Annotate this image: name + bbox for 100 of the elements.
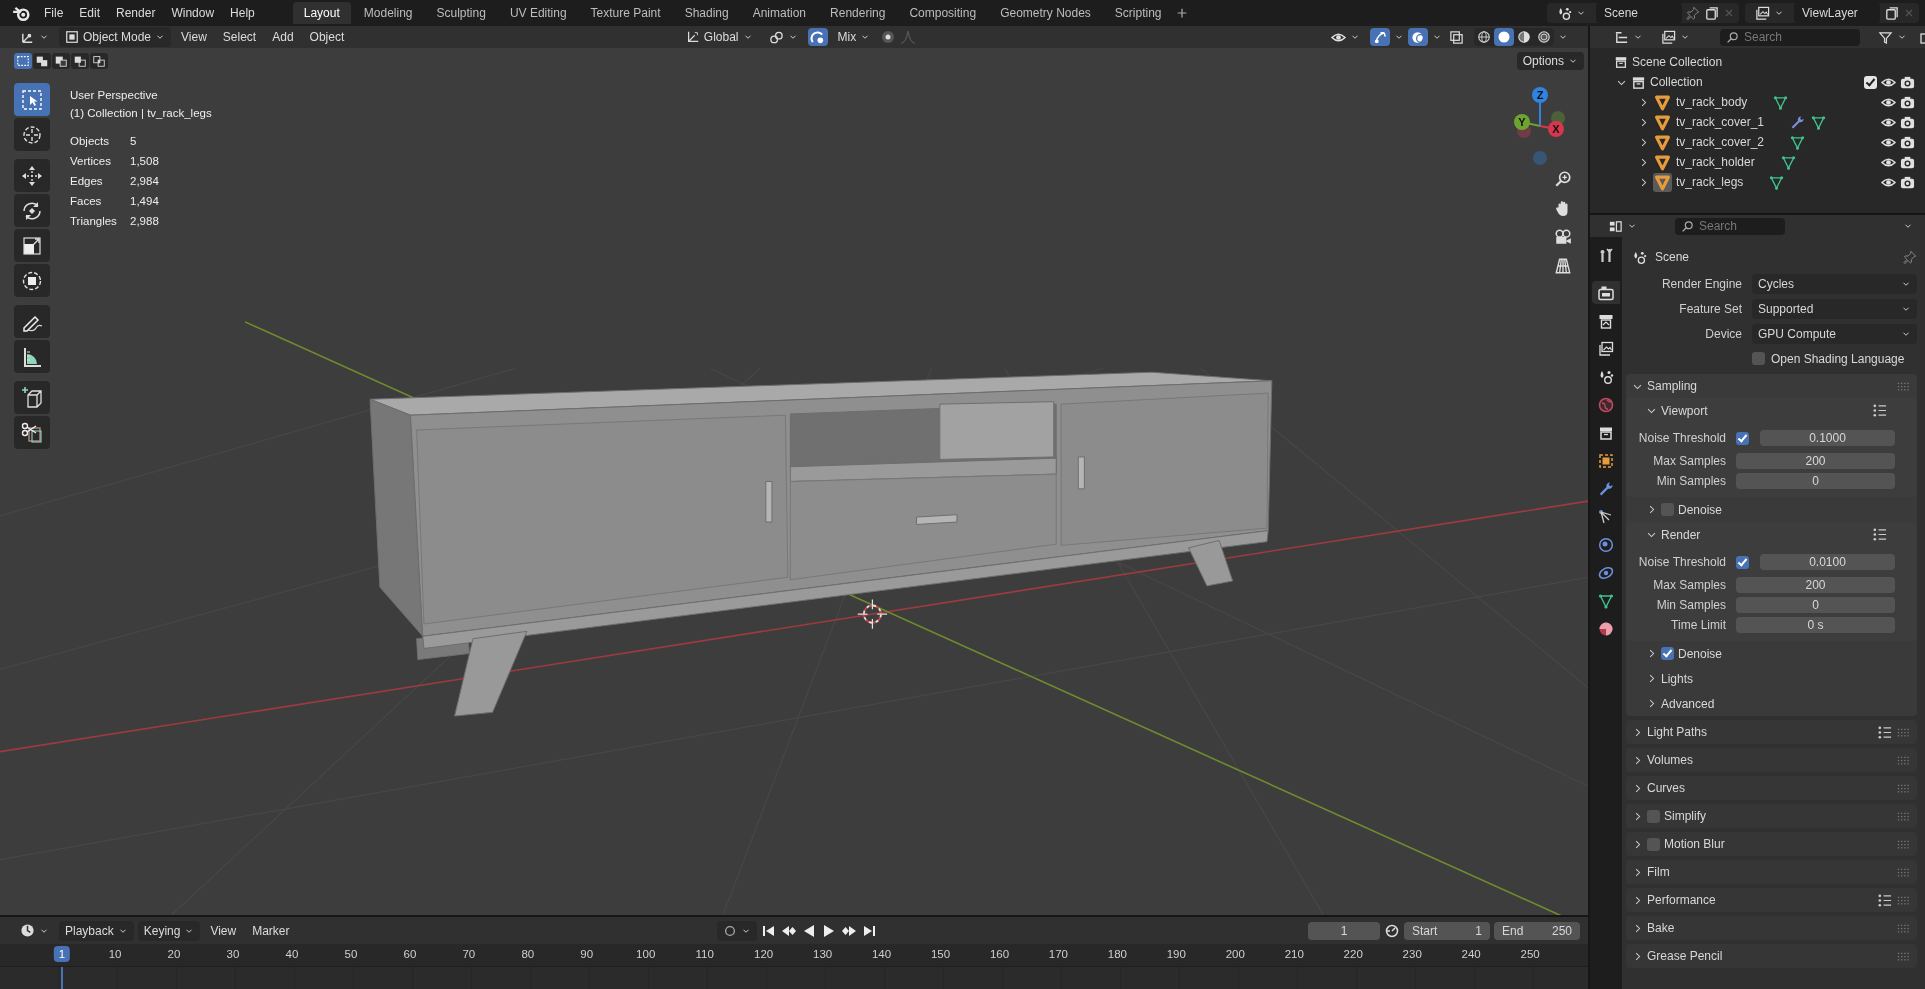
number-field[interactable]: 200 bbox=[1736, 453, 1895, 469]
menu-item[interactable]: Help bbox=[222, 3, 263, 23]
orientation-dropdown[interactable]: Global bbox=[679, 27, 759, 47]
copy-icon[interactable] bbox=[1884, 5, 1899, 21]
selection-mode-button[interactable] bbox=[90, 53, 108, 69]
presets-icon[interactable] bbox=[1872, 403, 1887, 418]
menu-dropdown[interactable]: Keying bbox=[137, 920, 201, 941]
camera-icon[interactable] bbox=[1900, 174, 1915, 190]
axis-handle[interactable] bbox=[1533, 151, 1547, 165]
camera-icon[interactable] bbox=[1900, 134, 1915, 150]
wrench-icon[interactable] bbox=[1790, 114, 1806, 130]
app-logo-icon[interactable] bbox=[12, 4, 30, 22]
end-frame-field[interactable]: End 250 bbox=[1494, 921, 1580, 940]
menu-item[interactable]: Add bbox=[266, 27, 300, 47]
checkbox[interactable] bbox=[1661, 647, 1674, 660]
camera-icon[interactable] bbox=[1554, 228, 1572, 246]
presets-icon[interactable] bbox=[1872, 527, 1887, 542]
tool-button[interactable] bbox=[14, 305, 50, 338]
menu-item[interactable]: Object bbox=[303, 27, 351, 47]
workspace-tab[interactable]: Texture Paint bbox=[579, 2, 672, 24]
mode-dropdown[interactable]: Object Mode bbox=[59, 27, 172, 47]
checkbox[interactable] bbox=[1752, 352, 1765, 365]
checkbox[interactable] bbox=[1647, 837, 1660, 851]
checkbox[interactable] bbox=[1647, 809, 1660, 823]
mesh-icon[interactable] bbox=[1780, 154, 1796, 170]
dropdown[interactable]: GPU Compute bbox=[1752, 323, 1917, 344]
tool-button[interactable] bbox=[14, 264, 50, 297]
workspace-tab[interactable]: Animation bbox=[741, 2, 818, 24]
mesh-icon[interactable] bbox=[1811, 114, 1827, 130]
checkbox[interactable] bbox=[1736, 555, 1749, 569]
selection-mode-button[interactable] bbox=[52, 53, 70, 69]
mesh-icon[interactable] bbox=[1790, 134, 1806, 150]
workspace-tab[interactable]: Shading bbox=[673, 2, 740, 24]
workspace-tab[interactable]: Scripting bbox=[1103, 2, 1173, 24]
panel-header[interactable]: Light Paths bbox=[1626, 720, 1917, 744]
outliner-item[interactable]: Collection bbox=[1650, 75, 1703, 89]
outliner-item[interactable]: tv_rack_cover_1 bbox=[1676, 115, 1765, 129]
menu-item[interactable]: Marker bbox=[246, 920, 296, 941]
subpanel-header[interactable]: Lights bbox=[1626, 666, 1917, 691]
menu-item[interactable]: View bbox=[204, 920, 243, 941]
tool-button[interactable] bbox=[14, 194, 50, 227]
camera-icon[interactable] bbox=[1900, 154, 1915, 170]
view-layer-field[interactable]: ViewLayer bbox=[1794, 3, 1880, 23]
panel-header[interactable]: Curves bbox=[1626, 776, 1917, 800]
menu-item[interactable]: File bbox=[36, 3, 72, 23]
number-field[interactable]: 0.1000 bbox=[1760, 430, 1895, 446]
tool-button[interactable] bbox=[14, 381, 50, 414]
pin-icon[interactable] bbox=[1686, 6, 1700, 20]
subpanel-header[interactable]: Advanced bbox=[1626, 691, 1917, 716]
workspace-tab[interactable]: Geometry Nodes bbox=[989, 2, 1102, 24]
workspace-tab[interactable]: Layout bbox=[292, 2, 351, 24]
panel-header[interactable]: Performance bbox=[1626, 888, 1917, 912]
camera-icon[interactable] bbox=[1900, 74, 1915, 90]
checkbox[interactable] bbox=[1736, 431, 1749, 445]
menu-item[interactable]: Window bbox=[163, 3, 223, 23]
panel-header[interactable]: Simplify bbox=[1626, 804, 1917, 828]
camera-icon[interactable] bbox=[1900, 114, 1915, 130]
start-frame-field[interactable]: Start 1 bbox=[1404, 921, 1490, 940]
outliner-item[interactable]: tv_rack_holder bbox=[1676, 155, 1755, 169]
stopwatch-icon[interactable] bbox=[1384, 922, 1400, 939]
outliner-item[interactable]: Scene Collection bbox=[1632, 55, 1723, 69]
menu-item[interactable]: Render bbox=[108, 3, 164, 23]
panel-header[interactable]: Motion Blur bbox=[1626, 832, 1917, 856]
presets-icon[interactable] bbox=[1877, 724, 1892, 740]
overlay-toggle[interactable] bbox=[1408, 28, 1428, 46]
magnet-toggle[interactable] bbox=[807, 28, 828, 46]
snap-target-dropdown[interactable]: Mix bbox=[831, 27, 877, 47]
workspace-tab[interactable]: Modeling bbox=[352, 2, 424, 24]
zoom-icon[interactable] bbox=[1554, 170, 1572, 188]
panel-header[interactable]: Volumes bbox=[1626, 748, 1917, 772]
workspace-tab[interactable]: UV Editing bbox=[498, 2, 578, 24]
selection-mode-button[interactable] bbox=[33, 53, 51, 69]
workspace-tab[interactable]: Rendering bbox=[819, 2, 897, 24]
properties-tab[interactable] bbox=[1592, 281, 1620, 304]
keying-dropdown[interactable] bbox=[717, 920, 757, 941]
subpanel-header[interactable]: Viewport bbox=[1626, 398, 1917, 423]
menu-item[interactable]: View bbox=[175, 27, 213, 47]
menu-item[interactable]: Select bbox=[216, 27, 263, 47]
playhead-marker[interactable]: 1 bbox=[53, 946, 71, 962]
checkbox[interactable] bbox=[1661, 503, 1674, 516]
search-field[interactable]: Search bbox=[1675, 217, 1785, 235]
options-dropdown[interactable]: Options bbox=[1516, 52, 1584, 70]
number-field[interactable]: 0.0100 bbox=[1760, 554, 1895, 570]
subpanel-header[interactable]: Denoise bbox=[1626, 641, 1917, 666]
subpanel-header[interactable]: Render bbox=[1626, 522, 1917, 547]
menu-item[interactable]: Edit bbox=[71, 3, 109, 23]
tool-button[interactable] bbox=[14, 416, 50, 449]
dropdown[interactable]: Supported bbox=[1752, 298, 1917, 319]
gizmo-toggle[interactable] bbox=[1370, 28, 1390, 46]
outliner-item[interactable]: tv_rack_legs bbox=[1676, 175, 1744, 189]
outliner-item[interactable]: tv_rack_cover_2 bbox=[1676, 135, 1765, 149]
workspace-tab[interactable]: Compositing bbox=[898, 2, 988, 24]
number-field[interactable]: 200 bbox=[1736, 577, 1895, 593]
shading-button[interactable] bbox=[1494, 28, 1514, 46]
checkbox[interactable] bbox=[1864, 75, 1877, 89]
number-field[interactable]: 0 bbox=[1736, 473, 1895, 489]
number-field[interactable]: 0 s bbox=[1736, 617, 1895, 633]
pin-icon[interactable] bbox=[1903, 250, 1917, 264]
tool-button[interactable] bbox=[14, 340, 50, 373]
selection-mode-button[interactable] bbox=[71, 53, 89, 69]
